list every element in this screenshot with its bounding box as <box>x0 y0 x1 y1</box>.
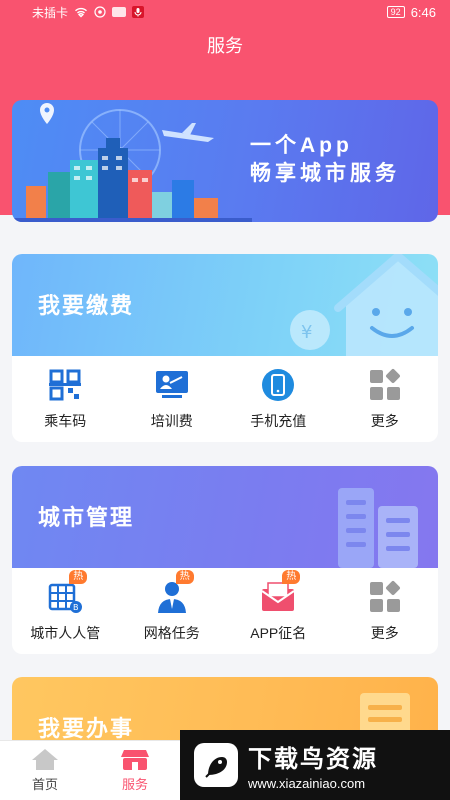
store-icon <box>121 750 149 770</box>
nav-home-label: 首页 <box>31 777 58 792</box>
svg-text:B: B <box>73 603 79 612</box>
grid-label: 手机充值 <box>250 413 307 429</box>
clock: 6:46 <box>410 4 436 20</box>
phone-icon <box>262 369 295 401</box>
hot-badge: 热 <box>69 570 88 584</box>
home-icon <box>32 749 58 770</box>
hot-badge: 热 <box>175 570 194 584</box>
city-skyline-illustration <box>12 103 252 222</box>
city-management-card-header[interactable]: 城市管理 <box>12 466 438 568</box>
city-management-card-title: 城市管理 <box>38 505 135 530</box>
payment-card-grid: 乘车码 培训费 手机充值 更多 <box>12 356 438 442</box>
status-right: 92 6:46 <box>386 4 436 20</box>
page-title: 服务 <box>207 36 243 56</box>
house-smile-illustration: ¥ <box>290 254 438 356</box>
more-grid-icon <box>369 369 400 400</box>
person-icon <box>157 582 186 613</box>
envelope-icon-wrapper: 热 <box>260 570 301 615</box>
person-icon-wrapper: 热 <box>154 570 194 615</box>
grid-label: 更多 <box>370 413 399 429</box>
watermark-logo <box>194 743 238 787</box>
watermark-title: 下载鸟资源 <box>248 746 378 773</box>
city-management-card-grid: B 热 城市人人管 热 网格任务 热 APP征名 更多 <box>12 568 438 654</box>
wifi-icon <box>75 7 87 18</box>
nav-service[interactable]: 服务 <box>90 741 180 800</box>
notification-icon <box>94 6 106 18</box>
grid-item-more[interactable]: 更多 <box>332 568 439 654</box>
grid-item-grid-tasks[interactable]: 热 网格任务 <box>119 568 226 654</box>
grid-item-more[interactable]: 更多 <box>332 356 439 442</box>
battery-indicator: 92 <box>386 6 405 18</box>
payment-card-title: 我要缴费 <box>38 293 135 318</box>
city-management-card: 城市管理 B 热 城市人人管 热 网格任务 热 APP征名 更多 <box>12 466 438 654</box>
buildings-illustration <box>338 488 418 568</box>
watermark-text: 下载鸟资源 www.xiazainiao.com <box>248 739 378 791</box>
banner-line-1: 一个App <box>250 134 353 157</box>
grid-label: 更多 <box>370 625 399 641</box>
banner-line-2: 畅享城市服务 <box>250 162 400 185</box>
status-left: 未插卡 <box>32 4 145 21</box>
app-badge-icon <box>112 7 127 17</box>
qr-code-icon <box>49 369 82 401</box>
grid-label: 网格任务 <box>143 625 200 641</box>
watermark-url: www.xiazainiao.com <box>248 776 366 791</box>
payment-card-header[interactable]: 我要缴费 ¥ <box>12 254 438 356</box>
grid-item-city-governance[interactable]: B 热 城市人人管 <box>12 568 119 654</box>
building-icon-wrapper: B 热 <box>47 570 88 615</box>
grid-label: 培训费 <box>150 413 193 429</box>
nav-home[interactable]: 首页 <box>0 741 90 800</box>
grid-item-bus-qr[interactable]: 乘车码 <box>12 356 119 442</box>
envelope-icon <box>261 582 295 611</box>
carrier-text: 未插卡 <box>32 5 69 20</box>
training-icon <box>155 371 188 398</box>
grid-label: 乘车码 <box>44 413 87 429</box>
nav-service-label: 服务 <box>121 777 148 792</box>
mic-icon <box>132 6 145 18</box>
services-card-title: 我要办事 <box>38 716 135 741</box>
grid-label: 城市人人管 <box>30 625 101 641</box>
hot-badge: 热 <box>282 570 301 584</box>
svg-text:¥: ¥ <box>301 322 312 343</box>
grid-item-app-naming[interactable]: 热 APP征名 <box>225 568 332 654</box>
bird-logo-icon <box>205 757 227 778</box>
promo-banner[interactable]: 一个App 畅享城市服务 <box>12 100 438 222</box>
watermark: 下载鸟资源 www.xiazainiao.com <box>180 730 450 800</box>
status-bar: 未插卡 92 6:46 <box>0 0 450 24</box>
building-icon: B <box>49 583 83 613</box>
payment-card: 我要缴费 ¥ 乘车码 培训费 手机充值 更多 <box>12 254 438 442</box>
banner-slogan: 一个App 畅享城市服务 <box>250 132 400 188</box>
grid-item-training-fee[interactable]: 培训费 <box>119 356 226 442</box>
grid-label: APP征名 <box>250 625 307 641</box>
grid-item-phone-topup[interactable]: 手机充值 <box>225 356 332 442</box>
more-grid-icon <box>369 581 400 612</box>
